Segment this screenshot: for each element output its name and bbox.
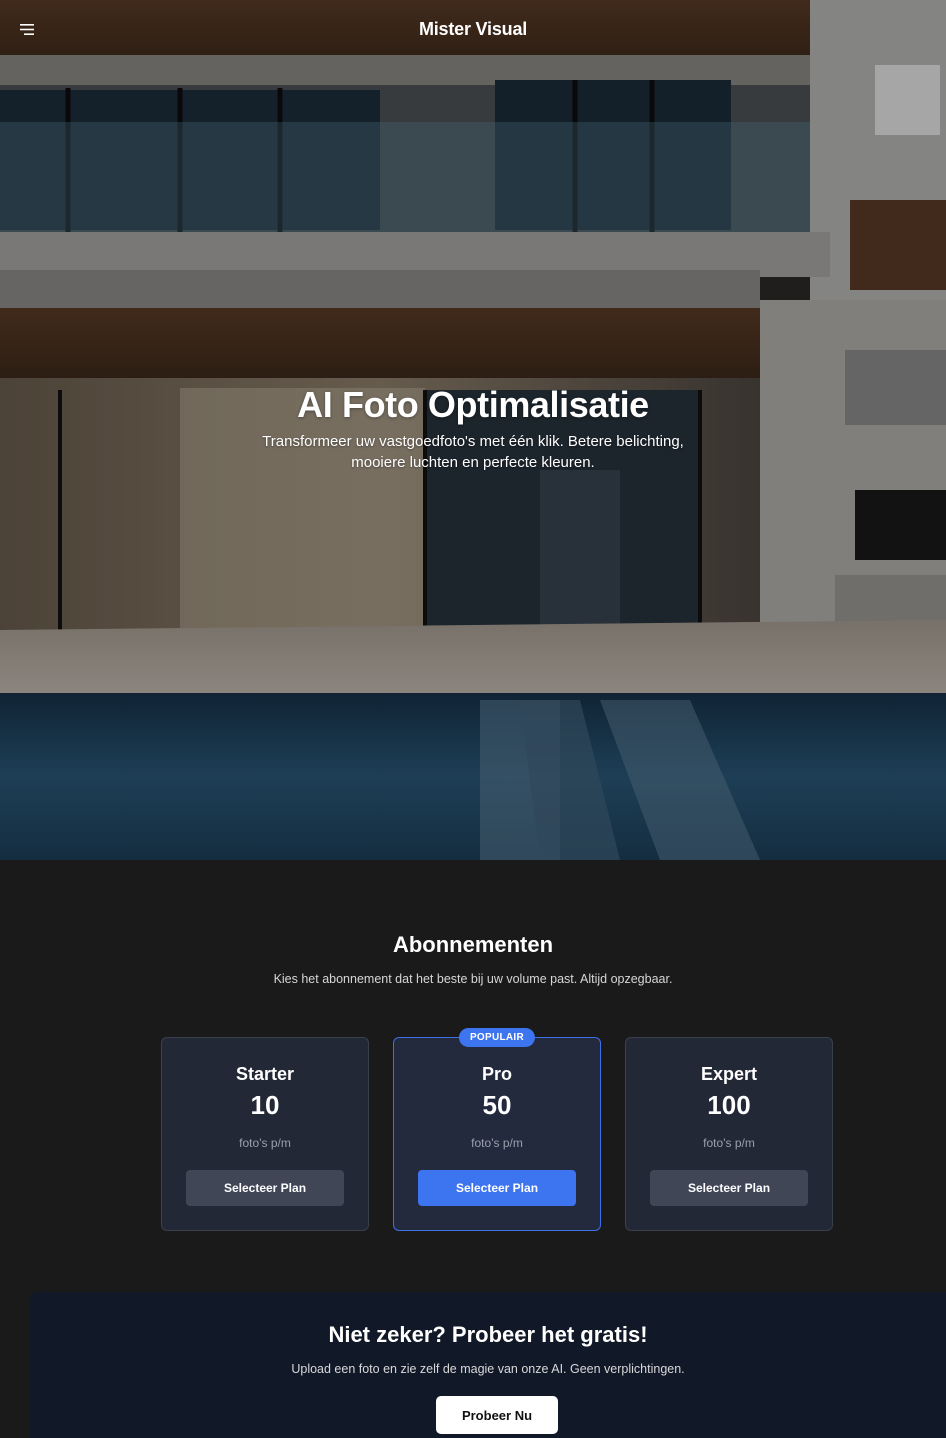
select-plan-pro-button[interactable]: Selecteer Plan [418, 1170, 576, 1206]
top-navigation-bar: Mister Visual [0, 0, 946, 58]
plan-unit: foto's p/m [239, 1136, 291, 1150]
plan-name: Expert [700, 1064, 758, 1084]
popular-badge: POPULAIR [458, 1028, 536, 1047]
cta-title: Niet zeker? Probeer het gratis! [328, 1322, 648, 1347]
cta-subtitle: Upload een foto en zie zelf de magie van… [291, 1362, 685, 1376]
hero-section: Mister Visual AI Foto Optimalisatie Tran… [0, 0, 946, 860]
select-plan-expert-button[interactable]: Selecteer Plan [650, 1170, 808, 1206]
hero-content: AI Foto Optimalisatie Transformeer uw va… [0, 383, 946, 473]
plan-amount: 10 [250, 1090, 280, 1120]
plan-name: Pro [481, 1064, 512, 1084]
hamburger-menu-icon[interactable] [14, 16, 40, 42]
select-plan-starter-button[interactable]: Selecteer Plan [186, 1170, 344, 1206]
hero-title: AI Foto Optimalisatie [297, 384, 649, 425]
plan-card-expert: Expert 100 foto's p/m Selecteer Plan [625, 1037, 833, 1231]
plan-unit: foto's p/m [471, 1136, 523, 1150]
plan-card-starter: Starter 10 foto's p/m Selecteer Plan [161, 1037, 369, 1231]
hero-subtitle: Transformeer uw vastgoedfoto's met één k… [262, 433, 684, 471]
free-trial-cta-section: Niet zeker? Probeer het gratis! Upload e… [30, 1292, 946, 1438]
plan-amount: 100 [707, 1090, 751, 1120]
plan-amount: 50 [482, 1090, 512, 1120]
pricing-subtitle: Kies het abonnement dat het beste bij uw… [273, 972, 673, 986]
plan-unit: foto's p/m [703, 1136, 755, 1150]
plan-name: Starter [235, 1064, 295, 1084]
brand-logo-text[interactable]: Mister Visual [419, 19, 527, 40]
pricing-title: Abonnementen [392, 932, 554, 957]
pricing-section: Abonnementen Kies het abonnement dat het… [0, 860, 946, 1292]
plan-card-pro: POPULAIR Pro 50 foto's p/m Selecteer Pla… [393, 1028, 601, 1231]
try-now-button[interactable]: Probeer Nu [436, 1396, 558, 1434]
